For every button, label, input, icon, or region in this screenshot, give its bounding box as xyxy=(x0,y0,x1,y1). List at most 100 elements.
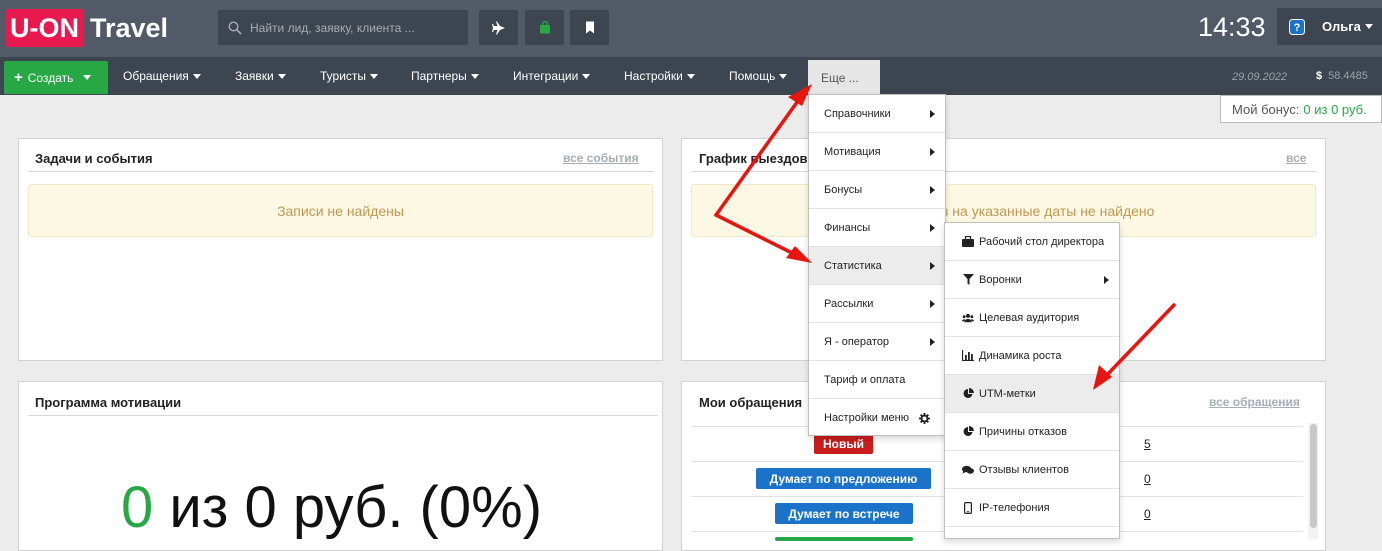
chevron-down-icon xyxy=(277,73,286,79)
menu-item-tariff[interactable]: Тариф и оплата xyxy=(809,361,945,399)
menu-item-directories[interactable]: Справочники xyxy=(809,95,945,133)
more-dropdown: Справочники Мотивация Бонусы Финансы Ста… xyxy=(808,94,946,436)
all-events-link[interactable]: все события xyxy=(563,151,639,165)
gear-icon xyxy=(919,412,930,424)
chevron-down-icon xyxy=(1364,24,1373,29)
menu-item-help[interactable]: Помощь xyxy=(729,57,788,95)
logo-text: Travel xyxy=(90,12,169,43)
caret-right-icon xyxy=(1104,275,1109,284)
menu-item-target-audience[interactable]: Целевая аудитория xyxy=(945,299,1119,337)
divider xyxy=(28,171,654,172)
bookmark-button[interactable] xyxy=(570,10,609,45)
status-badge[interactable]: Думает по встрече xyxy=(775,503,913,524)
pie-chart-icon xyxy=(962,388,974,400)
all-requests-link[interactable]: все обращения xyxy=(1209,395,1300,409)
departures-title: График выездов xyxy=(699,151,808,166)
menu-label: Целевая аудитория xyxy=(979,311,1080,324)
menu-label: Настройки xyxy=(624,69,683,83)
menu-item-finance[interactable]: Финансы xyxy=(809,209,945,247)
menu-item-growth-dynamics[interactable]: Динамика роста xyxy=(945,337,1119,375)
caret-right-icon xyxy=(930,223,935,232)
menu-item-client-reviews[interactable]: Отзывы клиентов xyxy=(945,451,1119,489)
clock: 14:33 xyxy=(1198,12,1266,42)
menu-item-requests[interactable]: Обращения xyxy=(123,57,201,95)
status-badge[interactable]: Думает по предложению xyxy=(756,468,931,489)
caret-right-icon xyxy=(930,261,935,270)
motivation-progress: 0 из 0 руб. (0%) xyxy=(121,474,542,541)
menu-item-funnels[interactable]: Воронки xyxy=(945,261,1119,299)
menu-item-orders[interactable]: Заявки xyxy=(235,57,286,95)
user-name: Ольга xyxy=(1322,19,1361,34)
menu-label: Обращения xyxy=(123,69,189,83)
menu-label: Воронки xyxy=(979,273,1022,286)
currency-rate-value: 58.4485 xyxy=(1328,70,1368,82)
phone-icon xyxy=(962,501,974,514)
menu-item-director-desk[interactable]: Рабочий стол директора xyxy=(945,223,1119,261)
menu-item-statistics[interactable]: Статистика xyxy=(809,247,945,285)
current-date: 29.09.2022 xyxy=(1232,71,1288,83)
pie-chart-icon xyxy=(962,426,974,438)
menu-item-tourists[interactable]: Туристы xyxy=(320,57,379,95)
menu-item-operator[interactable]: Я - оператор xyxy=(809,323,945,361)
list-item[interactable] xyxy=(945,527,1119,538)
menu-item-utm-tags[interactable]: UTM-метки xyxy=(945,375,1119,413)
scrollbar-thumb[interactable] xyxy=(1310,424,1317,528)
request-count[interactable]: 0 xyxy=(1144,507,1151,521)
chevron-down-icon xyxy=(470,73,479,79)
help-icon: ? xyxy=(1289,18,1305,35)
menu-label: Бонусы xyxy=(824,183,863,196)
menu-label: Туристы xyxy=(320,69,367,83)
svg-text:?: ? xyxy=(1294,22,1301,34)
users-icon xyxy=(962,312,974,324)
top-header xyxy=(0,0,1382,57)
filter-icon xyxy=(962,274,974,286)
menu-label: Заявки xyxy=(235,69,274,83)
menu-label: Тариф и оплата xyxy=(824,373,906,386)
menu-label: Справочники xyxy=(824,107,891,120)
caret-right-icon xyxy=(930,337,935,346)
chevron-down-icon xyxy=(192,73,201,79)
divider xyxy=(691,171,1317,172)
bar-chart-icon xyxy=(962,350,974,362)
menu-label: Партнеры xyxy=(411,69,467,83)
menu-label: IP-телефония xyxy=(979,501,1050,514)
request-count[interactable]: 5 xyxy=(1144,437,1151,451)
menu-item-more[interactable]: Еще ... xyxy=(808,60,880,95)
menu-item-partners[interactable]: Партнеры xyxy=(411,57,479,95)
bonus-box: Мой бонус: 0 из 0 руб. xyxy=(1220,95,1382,123)
menu-label: Настройки меню xyxy=(824,412,909,424)
menu-item-integrations[interactable]: Интеграции xyxy=(513,57,591,95)
caret-right-icon xyxy=(930,185,935,194)
request-count[interactable]: 0 xyxy=(1144,472,1151,486)
menu-item-rejection-reasons[interactable]: Причины отказов xyxy=(945,413,1119,451)
menu-item-bonuses[interactable]: Бонусы xyxy=(809,171,945,209)
user-menu[interactable]: ? Ольга xyxy=(1277,8,1382,45)
all-departures-link[interactable]: все xyxy=(1286,151,1306,165)
chevron-down-icon xyxy=(83,75,92,80)
create-button[interactable]: + Создать xyxy=(4,61,108,94)
menu-item-ip-telephony[interactable]: IP-телефония xyxy=(945,489,1119,527)
menu-item-mailings[interactable]: Рассылки xyxy=(809,285,945,323)
flights-button[interactable] xyxy=(479,10,518,45)
menu-label: Отзывы клиентов xyxy=(979,463,1069,476)
menu-item-menu-settings[interactable]: Настройки меню xyxy=(809,399,945,437)
divider xyxy=(28,415,658,416)
menu-label: Рассылки xyxy=(824,297,874,310)
tasks-title: Задачи и события xyxy=(35,151,153,166)
bag-button[interactable] xyxy=(525,10,564,45)
motivation-total: из 0 руб. (0%) xyxy=(153,475,543,540)
tasks-empty-notice: Записи не найдены xyxy=(28,184,653,237)
chevron-down-icon xyxy=(582,73,591,79)
logo[interactable]: U-ON Travel xyxy=(5,8,168,48)
statistics-submenu: Рабочий стол директора Воронки Целевая а… xyxy=(944,222,1120,539)
search-icon xyxy=(228,20,242,35)
airplane-icon xyxy=(491,21,505,34)
menu-item-motivation[interactable]: Мотивация xyxy=(809,133,945,171)
search-input[interactable]: Найти лид, заявку, клиента ... xyxy=(218,10,468,45)
menu-item-settings[interactable]: Настройки xyxy=(624,57,695,95)
status-badge[interactable] xyxy=(775,537,913,541)
bonus-label: Мой бонус: xyxy=(1232,101,1300,117)
menu-label: Динамика роста xyxy=(979,349,1062,362)
caret-right-icon xyxy=(930,147,935,156)
menu-label: Причины отказов xyxy=(979,425,1067,438)
